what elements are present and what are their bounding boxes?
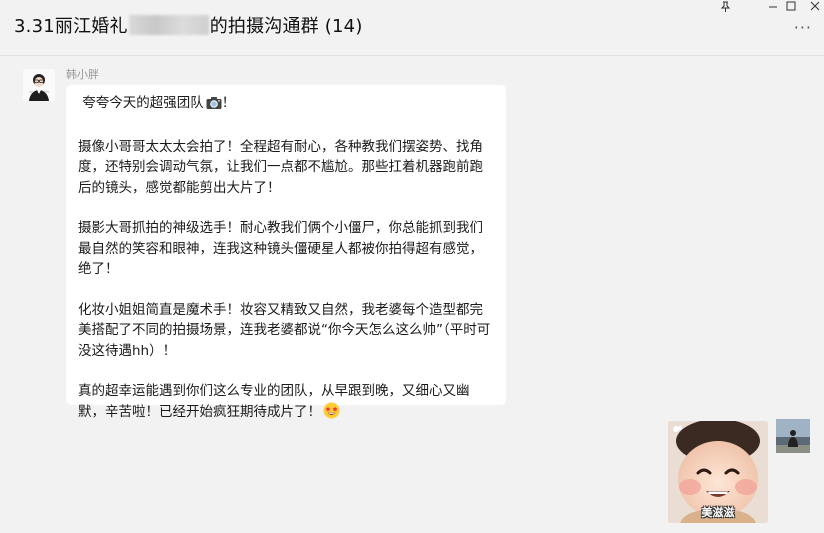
message-bubble[interactable]: 夸夸今天的超强团队 ！ 摄像小哥哥太太太会拍了！全程超有耐心，各种教我们摆姿势、… xyxy=(66,85,506,420)
chat-title: 3.31丽江婚礼 的拍摄沟通群 (14) xyxy=(14,12,363,38)
sticker-caption: 美滋滋 xyxy=(701,506,735,519)
sticker-image[interactable]: 美滋滋 xyxy=(668,421,768,523)
close-icon xyxy=(810,1,820,11)
message-paragraph: 摄像小哥哥太太太会拍了！全程超有耐心，各种教我们摆姿势、找角度，还特别会调动气氛… xyxy=(78,138,483,196)
camera-icon xyxy=(206,96,222,117)
avatar[interactable] xyxy=(23,69,55,101)
pin-button[interactable] xyxy=(710,0,740,12)
my-avatar[interactable] xyxy=(776,419,810,453)
starstruck-icon xyxy=(323,402,340,426)
chat-title-prefix: 3.31丽江婚礼 xyxy=(14,16,128,37)
close-button[interactable] xyxy=(800,0,824,12)
sender-name: 韩小胖 xyxy=(66,68,99,81)
message-paragraph: 摄影大哥抓拍的神级选手！耐心教我们俩个小僵尸，你总能抓到我们最自然的笑容和眼神，… xyxy=(78,220,483,277)
message-text-tail: ！ xyxy=(221,95,236,111)
message-text: 真的超幸运能遇到你们这么专业的团队，从早跟到晚，又细心又幽默，辛苦啦！已经开始疯… xyxy=(78,383,470,420)
redacted-blur xyxy=(128,15,209,35)
message-paragraph: 化妆小姐姐简直是魔术手！妆容又精致又自然，我老婆每个造型都完美搭配了不同的拍摄场… xyxy=(78,301,491,359)
message-paragraph: 夸夸今天的超强团队 ！ xyxy=(78,93,496,117)
maximize-icon xyxy=(786,1,796,11)
more-icon[interactable]: ··· xyxy=(794,20,812,36)
chat-title-suffix: 的拍摄沟通群 (14) xyxy=(209,16,363,37)
avatar-image xyxy=(23,69,55,101)
message-text: 夸夸今天的超强团队 xyxy=(78,95,204,111)
chat-window: 3.31丽江婚礼 的拍摄沟通群 (14) ··· 韩小胖 夸夸今天的超强团队 ！… xyxy=(0,0,824,533)
title-bar: 3.31丽江婚礼 的拍摄沟通群 (14) ··· xyxy=(0,0,824,56)
message-paragraph: 真的超幸运能遇到你们这么专业的团队，从早跟到晚，又细心又幽默，辛苦啦！已经开始疯… xyxy=(78,381,496,425)
avatar-image xyxy=(776,419,810,453)
pin-icon xyxy=(720,1,730,12)
